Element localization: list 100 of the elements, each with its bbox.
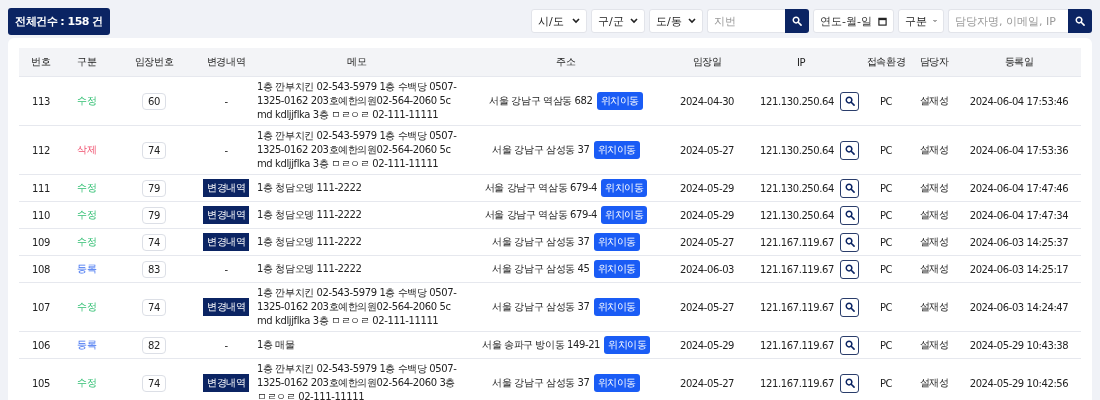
address-text: 서울 강남구 역삼동 682 [489, 94, 593, 108]
category-label: 등록 [77, 263, 97, 274]
ip-search-button[interactable] [840, 259, 859, 279]
ip-search-button[interactable] [840, 91, 859, 111]
visit-number: 82 [142, 336, 166, 354]
category-label: 수정 [77, 209, 97, 220]
search-button[interactable] [1068, 9, 1092, 33]
visit-number: 74 [142, 298, 166, 316]
row-number: 112 [32, 144, 50, 156]
address-text: 서울 송파구 방이동 149-21 [481, 338, 601, 352]
address-text: 서울 강남구 삼성동 37 [492, 300, 590, 314]
history-button[interactable]: 변경내역 [203, 179, 249, 197]
ip-search-button[interactable] [840, 140, 859, 160]
region-select[interactable]: 시/도 [531, 9, 588, 33]
category-label: 삭제 [77, 144, 97, 155]
address-text: 서울 강남구 삼성동 45 [492, 262, 590, 276]
ip-search-button[interactable] [840, 335, 859, 355]
column-header: 메모 [255, 48, 459, 77]
column-header: 접속환경 [861, 48, 911, 77]
region-select[interactable]: 구/군 [591, 9, 646, 33]
ip-address: 121.130.250.64 [760, 182, 834, 194]
search-icon [844, 237, 855, 247]
address-text: 서울 강남구 역삼동 679-4 [484, 181, 598, 195]
search-button[interactable] [785, 9, 810, 33]
access-environment: PC [879, 95, 893, 107]
lot-number-field[interactable]: 지번 [707, 9, 786, 33]
region-select[interactable]: 도/동 [649, 9, 704, 33]
registered-datetime: 2024-06-04 17:53:36 [969, 144, 1069, 156]
address-text: 서울 강남구 삼성동 37 [492, 376, 590, 390]
move-location-button[interactable]: 위치이동 [601, 179, 648, 197]
move-location-button[interactable]: 위치이동 [593, 233, 640, 251]
memo-text: 1층 깐부치킨 02-543-5979 1층 수백당 0507-1325-0162 203호예한의원02-564-2060 5cmd kdljjflka 3층 ㅁㄹㅇㄹ 02-111-11111 [255, 125, 459, 175]
manager-name: 설재성 [919, 377, 949, 388]
history-button[interactable]: 변경내역 [203, 298, 249, 316]
date-field[interactable]: 연도-월-일 [813, 9, 894, 33]
column-header: IP [741, 48, 861, 77]
memo-text: 1층 청담오뎅 111-2222 [255, 201, 459, 229]
manager-name: 설재성 [919, 144, 949, 155]
column-header: 임장일 [673, 48, 741, 77]
move-location-button[interactable]: 위치이동 [593, 298, 640, 316]
access-environment: PC [879, 263, 893, 275]
ip-search-button[interactable] [840, 178, 859, 198]
ip-address: 121.130.250.64 [760, 144, 834, 156]
registered-datetime: 2024-06-03 14:24:47 [969, 301, 1069, 313]
visit-date: 2024-05-27 [679, 144, 735, 156]
total-count-badge: 전체건수 : 158 건 [8, 7, 110, 35]
visit-date: 2024-05-27 [679, 301, 735, 313]
row-number: 105 [32, 377, 50, 389]
category-label: 등록 [77, 339, 97, 350]
visit-number: 60 [142, 92, 166, 110]
row-number: 107 [32, 301, 50, 313]
access-environment: PC [879, 236, 893, 248]
ip-search-button[interactable] [840, 232, 859, 252]
visit-number: 79 [142, 206, 166, 224]
empty-dash: - [224, 339, 228, 351]
move-location-button[interactable]: 위치이동 [604, 336, 651, 354]
visit-date: 2024-05-29 [679, 339, 735, 351]
ip-address: 121.167.119.67 [760, 236, 834, 248]
manager-name: 설재성 [919, 209, 949, 220]
move-location-button[interactable]: 위치이동 [601, 206, 648, 224]
keyword-field[interactable]: 담당자명, 이메일, IP [948, 9, 1068, 33]
visit-number: 83 [142, 260, 166, 278]
row-number: 108 [32, 263, 50, 275]
ip-search-button[interactable] [840, 373, 859, 393]
address-text: 서울 강남구 삼성동 37 [492, 235, 590, 249]
ip-address: 121.167.119.67 [760, 263, 834, 275]
history-button[interactable]: 변경내역 [203, 233, 249, 251]
move-location-button[interactable]: 위치이동 [593, 260, 640, 278]
empty-dash: - [224, 263, 228, 275]
access-environment: PC [879, 377, 893, 389]
history-button[interactable]: 변경내역 [203, 206, 249, 224]
search-icon [844, 183, 855, 193]
column-header: 번호 [19, 48, 63, 77]
visit-date: 2024-05-29 [679, 182, 735, 194]
ip-address: 121.167.119.67 [760, 377, 834, 389]
registered-datetime: 2024-06-04 17:53:46 [969, 95, 1069, 107]
ip-search-button[interactable] [840, 205, 859, 225]
address-text: 서울 강남구 삼성동 37 [492, 143, 590, 157]
manager-name: 설재성 [919, 236, 949, 247]
move-location-button[interactable]: 위치이동 [593, 374, 640, 392]
category-label: 수정 [77, 95, 97, 106]
access-environment: PC [879, 339, 893, 351]
type-select[interactable]: 구분 [898, 9, 944, 33]
search-icon [844, 302, 855, 312]
search-icon [1075, 16, 1085, 26]
column-header: 변경내역 [197, 48, 255, 77]
move-location-button[interactable]: 위치이동 [596, 92, 643, 110]
row-number: 111 [32, 182, 50, 194]
row-number: 106 [32, 339, 50, 351]
memo-text: 1층 청담오뎅 111-2222 [255, 255, 459, 283]
ip-address: 121.130.250.64 [760, 95, 834, 107]
ip-search-button[interactable] [840, 297, 859, 317]
search-icon [792, 16, 803, 26]
access-environment: PC [879, 301, 893, 313]
manager-name: 설재성 [919, 301, 949, 312]
visit-date: 2024-05-27 [679, 236, 735, 248]
ip-address: 121.167.119.67 [760, 301, 834, 313]
history-button[interactable]: 변경내역 [203, 374, 249, 392]
move-location-button[interactable]: 위치이동 [593, 141, 640, 159]
column-header: 등록일 [957, 48, 1081, 77]
